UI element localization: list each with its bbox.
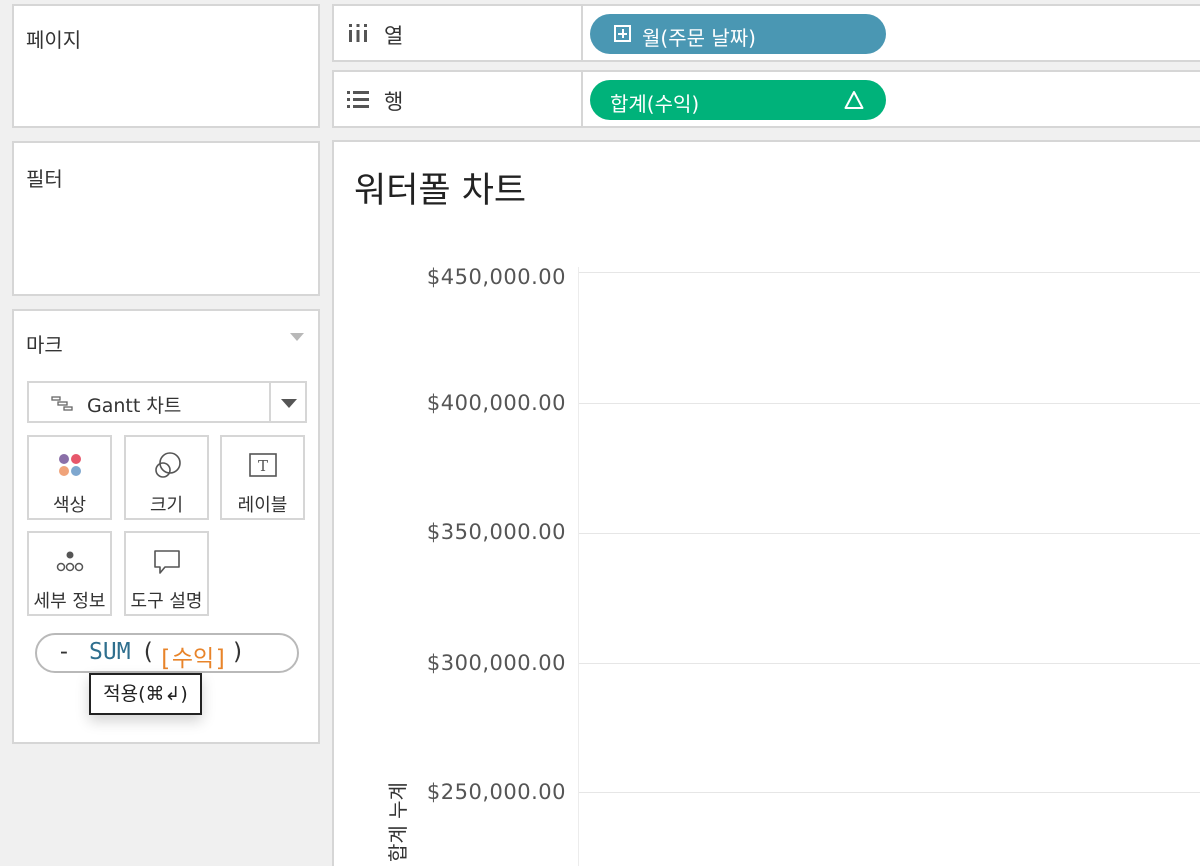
rows-icon: [347, 91, 369, 108]
color-palette-icon: [58, 454, 81, 476]
visualization-area[interactable]: 워터폴 차트 $450,000.00 $400,000.00 $350,000.…: [332, 140, 1200, 866]
pages-shelf[interactable]: 페이지: [12, 4, 320, 128]
chart-title: 워터폴 차트: [354, 171, 527, 211]
calc-field: [수익]: [158, 646, 229, 672]
shelf-divider: [581, 72, 583, 126]
pages-title: 페이지: [26, 28, 82, 52]
filters-title: 필터: [26, 167, 63, 191]
columns-label: 열: [384, 24, 404, 48]
gridline: [579, 792, 1200, 793]
y-axis-title[interactable]: 합계 누계: [382, 782, 411, 862]
y-tick-label: $450,000.00: [426, 265, 566, 289]
gridline: [579, 663, 1200, 664]
column-pill-month-order-date[interactable]: 월(주문 날짜): [590, 14, 886, 54]
apply-tooltip[interactable]: 적용(⌘↲): [89, 673, 202, 715]
y-tick-label: $350,000.00: [426, 520, 566, 544]
table-calculation-delta-icon: [844, 91, 864, 109]
y-tick-label: $300,000.00: [426, 651, 566, 675]
y-axis-line: [578, 267, 579, 866]
tooltip-card[interactable]: 도구 설명: [124, 531, 209, 616]
mark-type-label: Gantt 차트: [87, 395, 182, 417]
label-card[interactable]: T 레이블: [220, 435, 305, 520]
calculation-editor-field[interactable]: - SUM ( [수익] ): [35, 633, 299, 673]
calc-function: SUM: [89, 639, 131, 665]
size-circles-icon: [154, 452, 181, 478]
column-pill-label: 월(주문 날짜): [642, 26, 756, 50]
gridline: [579, 272, 1200, 273]
gantt-icon: [51, 396, 73, 411]
marks-card: 마크 Gantt 차트 색상 크기 T 레이블 세부 정보 도구 설명 - SU…: [12, 309, 320, 744]
marks-title: 마크: [26, 333, 63, 357]
columns-shelf[interactable]: 열 월(주문 날짜): [332, 4, 1200, 62]
text-label-icon: T: [248, 453, 277, 477]
gridline: [579, 533, 1200, 534]
rows-shelf[interactable]: 행 합계(수익): [332, 70, 1200, 128]
color-card[interactable]: 색상: [27, 435, 112, 520]
chevron-down-icon[interactable]: [281, 399, 297, 408]
detail-card-label: 세부 정보: [33, 591, 106, 612]
gridline: [579, 403, 1200, 404]
size-card-label: 크기: [149, 495, 184, 516]
rows-label: 행: [384, 90, 404, 114]
filters-shelf[interactable]: 필터: [12, 141, 320, 296]
calc-open-paren: (: [141, 639, 155, 665]
row-pill-sum-profit[interactable]: 합계(수익): [590, 80, 886, 120]
marks-menu-caret-icon[interactable]: [290, 333, 304, 341]
label-card-label: 레이블: [237, 495, 288, 516]
detail-dots-icon: [56, 551, 83, 572]
color-card-label: 색상: [52, 495, 87, 516]
detail-card[interactable]: 세부 정보: [27, 531, 112, 616]
svg-text:T: T: [257, 457, 267, 475]
columns-icon: [349, 24, 367, 42]
y-tick-label: $250,000.00: [426, 780, 566, 804]
expand-plus-icon[interactable]: [614, 25, 631, 42]
row-pill-label: 합계(수익): [610, 92, 700, 116]
dropdown-separator: [269, 383, 271, 421]
shelf-divider: [581, 6, 583, 60]
tooltip-card-label: 도구 설명: [130, 591, 203, 612]
speech-bubble-icon: [153, 550, 180, 574]
y-tick-label: $400,000.00: [426, 391, 566, 415]
mark-type-dropdown[interactable]: Gantt 차트: [27, 381, 307, 423]
size-card[interactable]: 크기: [124, 435, 209, 520]
calc-close-paren: ): [231, 639, 245, 665]
calc-minus: -: [57, 639, 71, 665]
